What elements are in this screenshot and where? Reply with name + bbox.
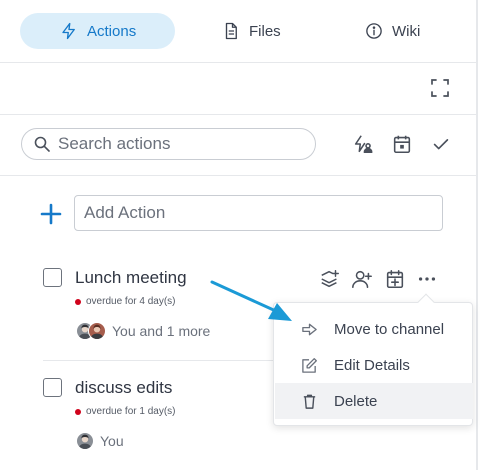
tab-label: Files [249,22,281,40]
divider [0,175,476,176]
expand-icon[interactable] [430,78,450,98]
menu-item-label: Delete [334,392,378,410]
avatar [76,432,94,450]
assignee-text: You and 1 more [112,323,211,339]
move-to-channel-icon[interactable] [319,268,341,290]
edit-icon [302,357,317,373]
calendar-icon[interactable] [391,133,413,155]
tab-label: Wiki [392,22,421,40]
tab-label: Actions [87,22,137,40]
tab-files[interactable]: Files [220,13,310,49]
assignee-row[interactable]: You and 1 more [76,322,210,340]
overdue-status: overdue for 1 day(s) [75,406,176,417]
assigned-actions-icon[interactable] [352,133,374,155]
overdue-text: overdue for 4 day(s) [86,296,176,307]
overdue-dot [75,298,81,305]
menu-item-edit-details[interactable]: Edit Details [275,347,473,383]
more-options-icon[interactable] [416,268,438,290]
due-date-icon[interactable] [384,268,406,290]
overdue-dot [75,408,81,415]
tab-actions[interactable]: Actions [20,13,175,49]
menu-item-label: Edit Details [334,356,410,374]
actions-panel: Actions Files Wiki Lunch meeting [0,0,478,470]
action-title[interactable]: Lunch meeting [75,268,187,288]
action-context-menu: Move to channel Edit Details Delete [273,302,473,426]
search-input[interactable] [58,134,298,154]
search-box [21,128,316,160]
add-action-input[interactable] [74,195,443,231]
overdue-text: overdue for 1 day(s) [86,406,176,417]
divider [0,62,476,63]
item-divider [43,360,288,361]
divider [0,114,476,115]
menu-item-label: Move to channel [334,320,445,338]
avatar [88,322,106,340]
arrow-right-icon [302,323,317,335]
file-icon [225,22,237,40]
info-icon [366,23,382,39]
action-checkbox[interactable] [43,378,62,397]
search-icon [34,136,50,152]
avatar-group [76,432,94,450]
avatar-group [76,322,106,340]
lightning-icon [62,22,75,40]
menu-item-move-to-channel[interactable]: Move to channel [275,311,473,347]
overdue-status: overdue for 4 day(s) [75,296,176,307]
tab-wiki[interactable]: Wiki [365,13,445,49]
assignee-text: You [100,433,124,449]
menu-item-delete[interactable]: Delete [275,383,473,419]
add-icon[interactable] [40,203,62,225]
check-icon[interactable] [430,133,452,155]
action-title[interactable]: discuss edits [75,378,172,398]
assignee-row[interactable]: You [76,432,124,450]
tab-bar: Actions Files Wiki [0,0,476,62]
action-checkbox[interactable] [43,268,62,287]
trash-icon [303,394,316,409]
add-assignee-icon[interactable] [351,268,373,290]
